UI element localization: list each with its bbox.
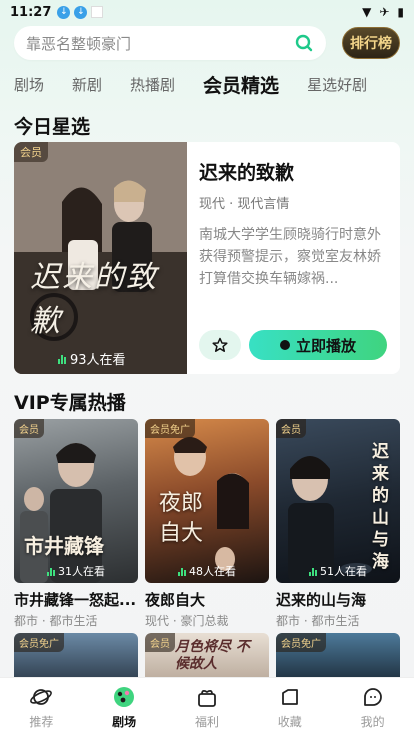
watch-count: 48人在看 <box>145 563 269 579</box>
nav-item-welfare[interactable]: 福利 <box>177 685 237 730</box>
bookmark-icon <box>281 688 298 705</box>
poster-title-art: 迟来的致歉 <box>30 260 158 339</box>
watch-count: 51人在看 <box>276 563 400 579</box>
search-input[interactable]: 靠恶名整顿豪门 <box>14 26 326 60</box>
poster-title-art: 市井藏锋 <box>24 534 104 558</box>
nav-item-favorites[interactable]: 收藏 <box>260 685 320 730</box>
drama-poster[interactable]: 会员 月色将尽 不候故人 <box>145 633 269 683</box>
drama-poster[interactable]: 会员 市井藏锋 31人在看 <box>14 419 138 583</box>
featured-description: 南城大学学生顾晓骑行时意外获得预警提示，察觉室友林娇打算借交换车辆嫁祸... <box>199 227 381 287</box>
nav-label: 福利 <box>194 714 219 729</box>
drama-card[interactable]: 会员免广 <box>276 633 400 683</box>
drama-poster[interactable]: 会员 迟来的山与海 51人在看 <box>276 419 400 583</box>
featured-title[interactable]: 迟来的致歉 <box>199 158 388 185</box>
search-placeholder: 靠恶名整顿豪门 <box>26 34 132 53</box>
nav-label: 剧场 <box>112 714 137 729</box>
gift-icon <box>198 689 216 707</box>
watch-count: 31人在看 <box>14 563 138 579</box>
nav-label: 我的 <box>360 714 385 729</box>
profile-icon <box>363 687 382 706</box>
status-bar: 11:27 ↓ ↓ ▼ ✈ ▮ <box>0 0 414 24</box>
status-time: 11:27 <box>10 4 52 20</box>
drama-title[interactable]: 市井藏锋一怒起... <box>14 589 138 610</box>
watch-count-label: 93人在看 <box>70 353 126 368</box>
tab-new[interactable]: 新剧 <box>72 74 102 95</box>
drama-tags: 现代 · 豪门总裁 <box>145 614 229 628</box>
signal-bars-icon <box>178 566 186 576</box>
drama-poster[interactable]: 会员免广 夜郎自大 48人在看 <box>145 419 269 583</box>
battery-icon: ▮ <box>397 5 404 19</box>
drama-card[interactable]: 会员 月色将尽 不候故人 <box>145 633 269 683</box>
play-now-label: 立即播放 <box>295 336 356 355</box>
drama-poster[interactable]: 会员免广 <box>14 633 138 683</box>
nav-item-theater[interactable]: 剧场 <box>94 685 154 730</box>
planet-icon <box>30 688 53 705</box>
drama-card[interactable]: 会员免广 <box>14 633 138 683</box>
featured-card[interactable]: 会员 迟来的致歉 93人在看 迟来的致歉 现代 · 现代言情 南城大学学生顾晓骑… <box>14 142 400 374</box>
nav-item-profile[interactable]: 我的 <box>343 685 403 730</box>
tab-hot[interactable]: 热播剧 <box>130 74 175 95</box>
poster-title-art: 月色将尽 不候故人 <box>175 639 250 672</box>
search-icon[interactable] <box>294 33 314 53</box>
drama-title[interactable]: 夜郎自大 <box>145 589 269 610</box>
vip-ad-free-badge: 会员免广 <box>145 419 195 438</box>
theater-icon <box>114 686 135 707</box>
watch-count-label: 48人在看 <box>189 565 236 578</box>
vip-grid: 会员 市井藏锋 31人在看 市井藏锋一怒起... 都市 · 都市生活 会员免广 … <box>14 419 400 629</box>
watch-count-label: 31人在看 <box>58 565 105 578</box>
wifi-icon: ▼ <box>362 5 372 19</box>
drama-card[interactable]: 会员 迟来的山与海 51人在看 迟来的山与海 都市 · 都市生活 <box>276 419 400 629</box>
vip-badge: 会员 <box>14 419 44 438</box>
featured-info: 迟来的致歉 现代 · 现代言情 南城大学学生顾晓骑行时意外获得预警提示，察觉室友… <box>187 142 400 374</box>
drama-poster[interactable]: 会员免广 <box>276 633 400 683</box>
vip-grid-row-2: 会员免广 会员 月色将尽 不候故人 会员免广 <box>14 633 400 683</box>
signal-bars-icon <box>58 354 66 364</box>
play-now-button[interactable]: 立即播放 <box>249 330 387 360</box>
nav-label: 推荐 <box>29 714 54 729</box>
watch-count: 93人在看 <box>58 349 126 368</box>
bottom-nav: 推荐 剧场 福利 收藏 我的 <box>0 677 414 736</box>
favorite-button[interactable] <box>199 330 241 360</box>
featured-poster[interactable]: 会员 迟来的致歉 93人在看 <box>14 142 187 374</box>
featured-tags: 现代 · 现代言情 <box>199 197 290 212</box>
airplane-icon: ✈ <box>379 5 390 19</box>
signal-bars-icon <box>47 566 55 576</box>
watch-count-label: 51人在看 <box>320 565 367 578</box>
tab-vip-selection[interactable]: 会员精选 <box>203 71 279 98</box>
vip-ad-free-badge: 会员免广 <box>276 633 326 652</box>
search-row: 靠恶名整顿豪门 排行榜 <box>14 26 400 60</box>
drama-tags: 都市 · 都市生活 <box>14 614 98 628</box>
poster-title-art: 夜郎自大 <box>159 491 204 546</box>
vip-badge: 会员 <box>14 142 48 162</box>
drama-tags: 都市 · 都市生活 <box>276 614 360 628</box>
poster-title-art: 迟来的山与海 <box>372 442 389 572</box>
section-title-vip: VIP专属热播 <box>14 392 126 414</box>
notification-icon <box>91 6 104 18</box>
download-icon: ↓ <box>57 5 71 19</box>
play-icon <box>279 340 290 350</box>
vip-badge: 会员 <box>276 419 306 438</box>
tab-star-picks[interactable]: 星选好剧 <box>307 74 367 95</box>
tab-theater[interactable]: 剧场 <box>14 74 44 95</box>
category-tabs: 剧场 新剧 热播剧 会员精选 星选好剧 <box>14 70 414 98</box>
drama-card[interactable]: 会员免广 夜郎自大 48人在看 夜郎自大 现代 · 豪门总裁 <box>145 419 269 629</box>
download-icon: ↓ <box>74 5 88 19</box>
nav-item-recommend[interactable]: 推荐 <box>11 685 71 730</box>
drama-card[interactable]: 会员 市井藏锋 31人在看 市井藏锋一怒起... 都市 · 都市生活 <box>14 419 138 629</box>
drama-title[interactable]: 迟来的山与海 <box>276 589 400 610</box>
nav-label: 收藏 <box>277 714 302 729</box>
signal-bars-icon <box>309 566 317 576</box>
section-title-today: 今日星选 <box>14 116 91 138</box>
vip-ad-free-badge: 会员免广 <box>14 633 64 652</box>
vip-badge: 会员 <box>145 633 175 652</box>
ranking-button[interactable]: 排行榜 <box>342 27 400 59</box>
star-icon <box>212 337 228 352</box>
